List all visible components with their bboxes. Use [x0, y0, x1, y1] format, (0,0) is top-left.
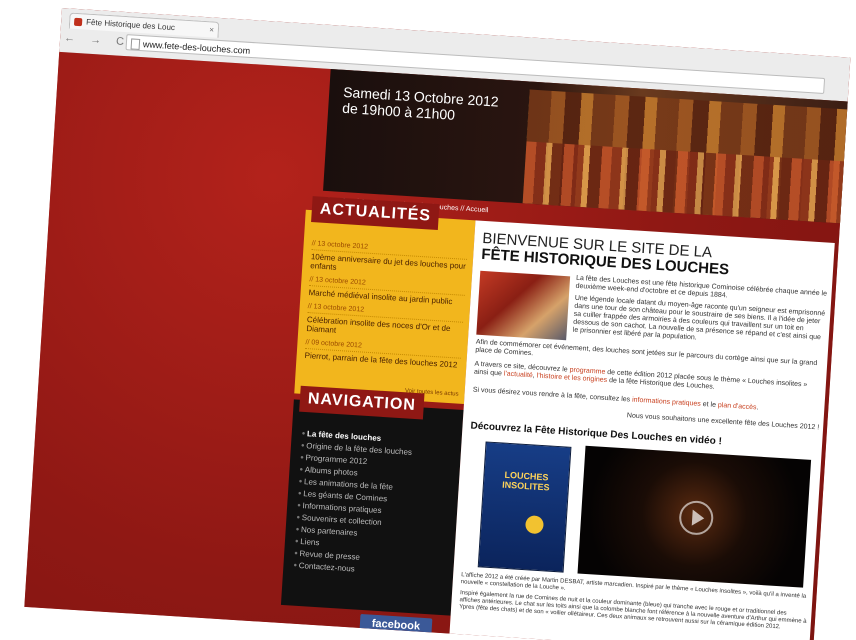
news-item[interactable]: // 13 octobre 2012 10ème anniversaire du… [310, 240, 468, 280]
navigation-buttons[interactable]: ← → C [64, 32, 131, 48]
infos-pratiques-link[interactable]: informations pratiques [632, 397, 701, 408]
moon-icon [524, 515, 545, 535]
plan-acces-link[interactable]: plan d'accès [718, 402, 757, 411]
visit-text-b: et le [700, 400, 719, 409]
news-title: ACTUALITÉS [311, 196, 440, 231]
navigation-menu: La fête des louches Origine de la fête d… [293, 428, 452, 581]
news-list: // 13 octobre 2012 10ème anniversaire du… [304, 240, 468, 376]
sidebar: ACTUALITÉS // 13 octobre 2012 10ème anni… [280, 196, 476, 637]
facebook-button[interactable]: facebook [359, 613, 433, 637]
screenshot-stage: Fête Historique des Louc × ← → C www.fet… [0, 0, 856, 640]
navigation-panel: NAVIGATION La fête des louches Origine d… [280, 385, 464, 616]
visit-text-c: . [756, 404, 759, 412]
tab-close-icon[interactable]: × [209, 22, 215, 38]
main-content: BIENVENUE SUR LE SITE DE LA FÊTE HISTORI… [449, 220, 835, 640]
tab-title: Fête Historique des Louc [85, 17, 176, 33]
news-item[interactable]: // 13 octobre 2012 Célébration insolite … [306, 303, 464, 343]
news-item[interactable]: // 09 octobre 2012 Pierrot, parrain de l… [304, 338, 462, 370]
news-panel: ACTUALITÉS // 13 octobre 2012 10ème anni… [294, 196, 476, 405]
news-item[interactable]: // 13 octobre 2012 Marché médiéval insol… [308, 276, 466, 307]
actualite-link[interactable]: l'actualité [504, 370, 533, 379]
favicon-icon [73, 17, 83, 27]
poster-image[interactable]: LOUCHES INSOLITES [477, 441, 572, 573]
page-icon [130, 38, 141, 50]
visit-text-a: Si vous désirez vous rendre à la fête, c… [472, 386, 633, 404]
play-icon[interactable] [678, 499, 715, 536]
festival-photo [476, 270, 571, 341]
url-text: www.fete-des-louches.com [142, 39, 251, 56]
video-player[interactable] [577, 445, 812, 588]
website-body: Samedi 13 Octobre 2012 de 19h00 à 21h00 … [24, 51, 850, 640]
poster-title: LOUCHES INSOLITES [501, 469, 550, 493]
browser-window: Fête Historique des Louc × ← → C www.fet… [24, 8, 851, 640]
event-date: Samedi 13 Octobre 2012 de 19h00 à 21h00 [342, 84, 499, 126]
